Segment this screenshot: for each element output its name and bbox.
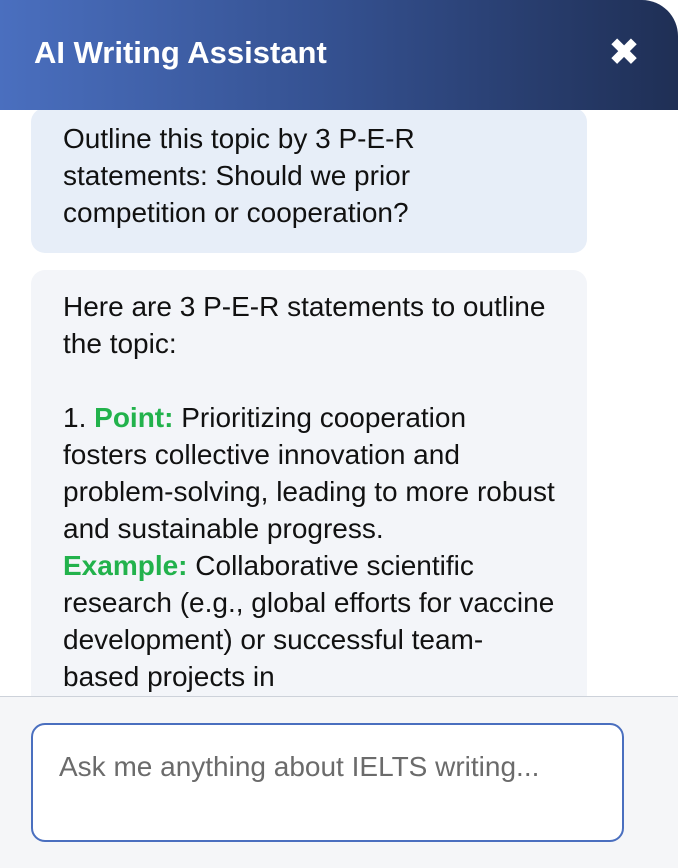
assistant-intro: Here are 3 P-E-R statements to outline t…: [63, 291, 546, 359]
per-item-1: 1. Point: Prioritizing cooperation foste…: [63, 399, 555, 695]
chat-header: AI Writing Assistant ✖: [0, 0, 678, 110]
message-list[interactable]: Outline this topic by 3 P-E-R statements…: [0, 110, 678, 696]
input-area: [0, 696, 678, 868]
chat-panel: AI Writing Assistant ✖ Outline this topi…: [0, 0, 678, 868]
close-icon[interactable]: ✖: [606, 33, 642, 71]
point-label: Point:: [94, 402, 174, 433]
chat-title: AI Writing Assistant: [34, 35, 327, 70]
example-label: Example:: [63, 550, 188, 581]
user-message: Outline this topic by 3 P-E-R statements…: [31, 110, 587, 253]
chat-input[interactable]: [31, 723, 624, 842]
user-message-text: Outline this topic by 3 P-E-R statements…: [63, 123, 415, 228]
item-number: 1.: [63, 402, 87, 433]
assistant-message: Here are 3 P-E-R statements to outline t…: [31, 270, 587, 696]
